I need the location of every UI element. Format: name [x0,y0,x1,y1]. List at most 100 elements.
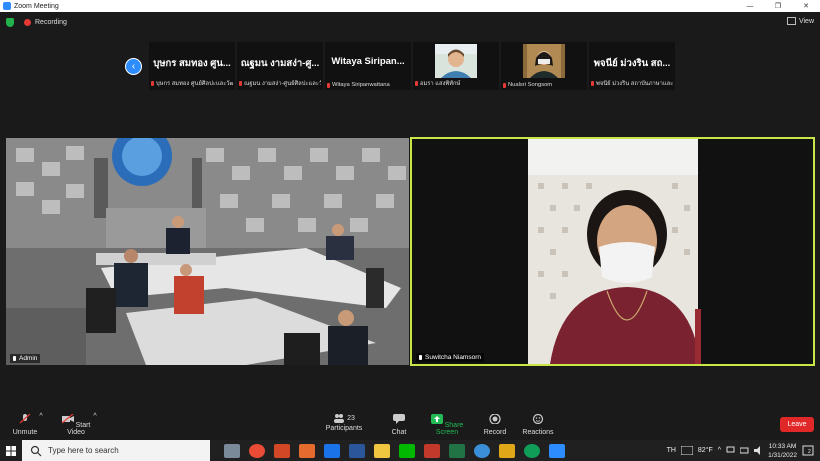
muted-mic-icon [327,82,330,88]
muted-mic-icon [419,355,422,360]
participants-label: Participants [325,425,363,432]
video-off-icon [61,413,74,424]
powerpoint-icon[interactable] [274,443,290,458]
recording-icon [24,18,31,26]
share-screen-button[interactable]: Share Screen [424,410,470,436]
participant-name: พจนีย์ ม่วงริน สถาบันภาษาและวัฒนธรรม [596,81,673,87]
participant-video [435,44,477,78]
app-icon-tablet[interactable] [224,443,240,458]
network-icon[interactable] [726,446,735,455]
file-explorer-icon[interactable] [374,443,390,458]
view-label: View [798,17,814,25]
chat-label: Chat [391,429,407,436]
muted-mic-icon [415,80,418,86]
start-video-button[interactable]: Start Video [56,410,96,436]
record-button[interactable]: Record [480,410,510,436]
taskbar-search-box[interactable]: Type here to search [22,440,210,461]
volume-icon[interactable] [754,446,763,455]
window-title: Zoom Meeting [14,2,59,10]
participant-name: Admin [19,355,38,362]
close-window-button[interactable]: ✕ [792,2,820,10]
muted-mic-icon [19,413,31,424]
participants-count: 23 [347,414,355,422]
security-shield-icon[interactable] [6,17,14,27]
video-options-caret[interactable]: ^ [92,410,98,420]
weather-icon [680,446,693,455]
speaker-video [412,139,813,364]
clock-time: 10:33 AM [768,442,797,450]
leave-button[interactable]: Leave [780,417,814,432]
muted-mic-icon [13,356,16,361]
participant-display-name: Witaya Siripan... [331,56,405,67]
app-icon-red[interactable] [424,443,440,458]
firefox-icon[interactable] [299,443,315,458]
start-video-label: Start Video [67,422,91,436]
muted-mic-icon [503,82,506,88]
recording-label: Recording [35,18,67,26]
share-screen-label: Share Screen [435,422,464,436]
browser-icon[interactable] [474,443,490,458]
audio-options-caret[interactable]: ^ [38,410,44,420]
view-button[interactable]: View [786,17,814,25]
meeting-topbar: Recording View [0,12,820,32]
start-button[interactable] [0,440,22,461]
maximize-button[interactable]: ❐ [764,2,792,10]
participant-name: Suwitcha Niamsorn [425,354,481,361]
chat-button[interactable]: Chat [386,410,412,436]
clock[interactable]: 10:33 AM 1/31/2022 [768,442,797,460]
folder-icon[interactable] [499,443,515,458]
muted-mic-icon [591,80,594,86]
ie-icon[interactable] [324,443,340,458]
muted-mic-icon [239,80,242,86]
record-icon [489,413,501,425]
participants-icon [334,414,345,423]
participant-thumb[interactable]: บุษกร สมทอง ศูน... บุษกร สมทอง ศูนย์ศิลป… [149,42,235,90]
conference-room-video [6,138,409,365]
language-indicator[interactable]: TH [667,447,676,454]
minimize-button[interactable]: — [736,3,764,10]
participant-name: Nualsri Songsom [508,82,553,88]
grid-view-icon [786,17,796,25]
record-label: Record [483,429,507,436]
participant-thumb[interactable]: อมรา แสงพิทักษ์ [413,42,499,90]
temperature[interactable]: 82°F [698,447,713,454]
unmute-label: Unmute [12,429,38,436]
participant-thumb[interactable]: พจนีย์ ม่วงริน สถ... พจนีย์ ม่วงริน สถาบ… [589,42,675,90]
reactions-button[interactable]: Reactions [520,410,556,436]
participant-name: บุษกร สมทอง ศูนย์ศิลปะและวัฒนธรรม [156,81,233,87]
share-screen-icon [430,414,443,424]
excel-icon[interactable] [449,443,465,458]
zoom-logo-icon [3,2,11,10]
gallery-prev-button[interactable]: ‹ [125,58,142,75]
word-icon[interactable] [349,443,365,458]
participant-thumb[interactable]: ณฐมน งามสง่า-ศู... ณฐมน งามสง่า-ศูนย์ศิล… [237,42,323,90]
participant-name: อมรา แสงพิทักษ์ [420,81,461,87]
edge-icon[interactable] [524,443,540,458]
participant-name: ณฐมน งามสง่า-ศูนย์ศิลปะและวัฒนธรรม [244,81,321,87]
reactions-label: Reactions [522,429,554,436]
participant-display-name: ณฐมน งามสง่า-ศู... [240,58,320,69]
line-icon[interactable] [399,443,415,458]
participant-thumb[interactable]: Nualsri Songsom [501,42,587,90]
participant-thumb[interactable]: Witaya Siripan... Witaya Siripanwattana [325,42,411,90]
search-icon [30,445,42,456]
clock-date: 1/31/2022 [768,451,797,459]
participants-button[interactable]: 23 Participants [322,410,366,432]
unmute-button[interactable]: Unmute [8,410,42,436]
chrome-icon[interactable] [249,443,265,458]
participant-name: Witaya Siripanwattana [332,82,390,88]
notifications-button[interactable]: 2 [802,445,814,457]
participant-video-active-speaker[interactable]: Suwitcha Niamsorn [410,137,815,366]
chevron-up-icon[interactable]: ^ [718,447,721,454]
smiley-icon [532,413,544,425]
chat-icon [393,414,405,424]
participant-video [523,44,565,78]
zoom-taskbar-icon[interactable] [549,443,565,458]
system-tray: TH 82°F ^ 10:33 AM 1/31/2022 2 [667,440,820,461]
muted-mic-icon [151,80,154,86]
participant-display-name: พจนีย์ ม่วงริน สถ... [593,58,671,69]
participant-video-admin[interactable]: Admin [6,138,409,365]
notification-count: 2 [808,448,811,455]
battery-icon[interactable] [740,446,749,455]
windows-logo-icon [6,445,16,456]
